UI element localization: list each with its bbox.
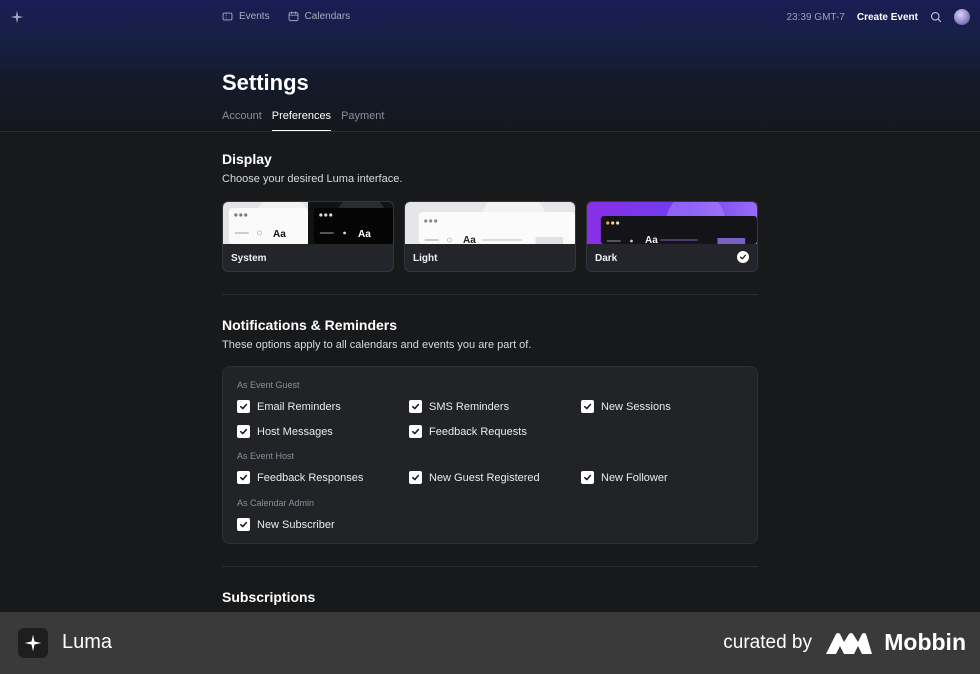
option-label: Feedback Requests: [429, 425, 527, 438]
page-title: Settings: [222, 70, 309, 95]
checkbox-checked-icon[interactable]: [581, 471, 594, 484]
light-preview-text: Aa: [463, 235, 476, 246]
option-new-subscriber[interactable]: New Subscriber: [237, 518, 335, 531]
checkbox-checked-icon[interactable]: [237, 425, 250, 438]
theme-option-system[interactable]: Aa Aa System: [222, 201, 394, 272]
notifications-panel: As Event Guest Email Reminders SMS Remin…: [222, 366, 758, 544]
theme-option-light[interactable]: Aa Light: [404, 201, 576, 272]
notifications-subtitle: These options apply to all calendars and…: [222, 339, 532, 351]
theme-label-light: Light: [413, 253, 438, 264]
option-label: SMS Reminders: [429, 400, 510, 413]
system-preview-dark-text: Aa: [358, 229, 371, 240]
checkbox-checked-icon[interactable]: [237, 471, 250, 484]
checkbox-checked-icon[interactable]: [409, 400, 422, 413]
option-new-sessions[interactable]: New Sessions: [581, 400, 671, 413]
current-time: 23:39 GMT-7: [786, 11, 845, 23]
luma-app-icon: [18, 628, 48, 658]
search-icon[interactable]: [930, 11, 942, 23]
option-label: New Sessions: [601, 400, 671, 413]
nav-events[interactable]: Events: [222, 11, 270, 22]
settings-tabs: Account Preferences Payment: [222, 110, 384, 132]
mobbin-logo-icon: [826, 633, 872, 654]
dark-preview-text: Aa: [645, 235, 658, 246]
dark-theme-preview: [587, 202, 757, 244]
option-email-reminders[interactable]: Email Reminders: [237, 400, 341, 413]
create-event-button[interactable]: Create Event: [857, 12, 918, 23]
option-label: New Follower: [601, 471, 668, 484]
ticket-icon: [222, 12, 233, 21]
subscriptions-title: Subscriptions: [222, 589, 316, 605]
curated-by-label: curated by: [723, 632, 812, 653]
tab-payment[interactable]: Payment: [341, 110, 384, 132]
section-divider-1: [222, 294, 758, 295]
tab-preferences[interactable]: Preferences: [271, 110, 332, 132]
system-preview-light-text: Aa: [273, 229, 286, 240]
option-new-guest-registered[interactable]: New Guest Registered: [409, 471, 540, 484]
theme-option-dark[interactable]: Aa Dark: [586, 201, 758, 272]
calendar-icon: [288, 11, 298, 22]
group-label-host: As Event Host: [237, 451, 295, 461]
luma-star-icon: [24, 634, 42, 652]
option-label: New Guest Registered: [429, 471, 540, 484]
theme-label-system: System: [231, 253, 267, 264]
checkbox-checked-icon[interactable]: [409, 425, 422, 438]
option-new-follower[interactable]: New Follower: [581, 471, 668, 484]
display-subtitle: Choose your desired Luma interface.: [222, 173, 403, 185]
app-name: Luma: [62, 631, 113, 653]
nav-right: 23:39 GMT-7 Create Event: [786, 9, 970, 25]
group-label-admin: As Calendar Admin: [237, 498, 315, 508]
selected-check-icon: [737, 251, 749, 263]
theme-label-dark: Dark: [595, 253, 618, 264]
luma-star-icon[interactable]: [10, 10, 24, 24]
light-theme-preview: [405, 202, 575, 244]
top-navbar: Events Calendars 23:39 GMT-7 Create Even…: [0, 0, 980, 36]
option-feedback-responses[interactable]: Feedback Responses: [237, 471, 363, 484]
option-label: Feedback Responses: [257, 471, 364, 484]
checkbox-checked-icon[interactable]: [581, 400, 594, 413]
option-label: New Subscriber: [257, 518, 335, 531]
checkbox-checked-icon[interactable]: [409, 471, 422, 484]
nav-events-label: Events: [239, 11, 270, 22]
option-label: Email Reminders: [257, 400, 341, 413]
nav-calendars[interactable]: Calendars: [288, 11, 351, 22]
notifications-title: Notifications & Reminders: [222, 317, 398, 333]
option-sms-reminders[interactable]: SMS Reminders: [409, 400, 509, 413]
nav-calendars-label: Calendars: [304, 11, 351, 22]
display-title: Display: [222, 151, 272, 167]
tabs-divider: [0, 131, 980, 132]
option-host-messages[interactable]: Host Messages: [237, 425, 333, 438]
group-label-guest: As Event Guest: [237, 380, 300, 390]
section-divider-2: [222, 566, 758, 567]
tab-account[interactable]: Account: [222, 110, 262, 132]
nav-links: Events Calendars: [222, 11, 350, 22]
checkbox-checked-icon[interactable]: [237, 400, 250, 413]
mobbin-brand: Mobbin: [884, 629, 966, 655]
option-feedback-requests[interactable]: Feedback Requests: [409, 425, 527, 438]
user-avatar[interactable]: [954, 9, 970, 25]
checkbox-checked-icon[interactable]: [237, 518, 250, 531]
option-label: Host Messages: [257, 425, 333, 438]
mobbin-footer: Luma curated by Mobbin: [0, 612, 980, 674]
